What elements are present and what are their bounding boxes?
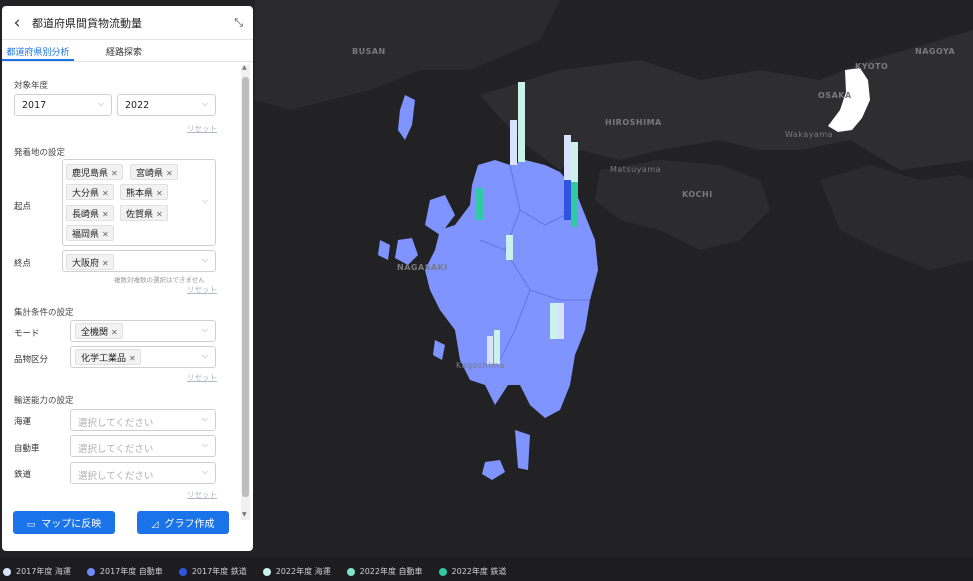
chevron-down-icon: ⌵ [201, 467, 208, 476]
map-icon: ▭ [26, 520, 36, 530]
panel-title: 都道府県間貨物流動量 [32, 16, 142, 30]
cap-select-truck[interactable]: 選択してください ⌵ [70, 435, 216, 457]
legend-dot [3, 567, 11, 576]
tab-route-search[interactable]: 経路探索 [74, 40, 174, 61]
item-label: 品物区分 [14, 355, 49, 365]
panel-body: ▲ ▼ 対象年度 2017 ⌵ 2022 ⌵ リセット 発着地の設定 起点 ⌵ 鹿児… [2, 62, 253, 551]
close-icon[interactable]: ✕ [111, 169, 118, 178]
origin-label: 起点 [14, 202, 32, 212]
city-label: OSAKA [818, 91, 852, 100]
close-icon[interactable]: ✕ [156, 210, 163, 219]
scroll-up-icon[interactable]: ▲ [242, 64, 247, 71]
close-icon[interactable]: ✕ [102, 259, 109, 268]
origin-chip[interactable]: 長崎県 ✕ [66, 205, 114, 221]
city-label: BUSAN [352, 47, 386, 56]
cap-label-truck: 自動車 [14, 444, 40, 454]
tab-bar: 都道府県別分析 経路探索 [2, 40, 253, 62]
chevron-down-icon: ⌵ [201, 255, 208, 264]
create-graph-button[interactable]: ◿ グラフ作成 [137, 511, 229, 534]
city-label: NAGOYA [915, 47, 956, 56]
legend-item[interactable]: 2017年度 鉄道 [176, 566, 247, 577]
mode-label: モード [14, 329, 40, 339]
analysis-panel: ‹ 都道府県間貨物流動量 ⤡ 都道府県別分析 経路探索 ▲ ▼ 対象年度 201… [2, 6, 253, 551]
city-label: Matsuyama [610, 165, 662, 174]
scroll-down-icon[interactable]: ▼ [242, 511, 247, 518]
item-chip[interactable]: 化学工業品 ✕ [75, 349, 141, 365]
collapse-icon[interactable]: ⤡ [234, 16, 243, 30]
agg-section-title: 集計条件の設定 [14, 308, 74, 318]
origin-chip[interactable]: 大分県 ✕ [66, 184, 114, 200]
od-section-title: 発着地の設定 [14, 148, 66, 158]
city-label: KYOTO [855, 62, 889, 71]
year-to-select[interactable]: 2022 ⌵ [117, 94, 216, 116]
close-icon[interactable]: ✕ [166, 169, 173, 178]
legend-dot [346, 567, 355, 576]
origin-chip[interactable]: 宮崎県 ✕ [130, 164, 178, 180]
cap-label-rail: 鉄道 [14, 470, 32, 480]
mode-chip[interactable]: 全機関 ✕ [75, 323, 123, 339]
panel-header: ‹ 都道府県間貨物流動量 ⤡ [2, 6, 253, 40]
legend-item[interactable]: 2017年度 自動車 [84, 566, 163, 577]
year-from-select[interactable]: 2017 ⌵ [14, 94, 112, 116]
city-label: Kagoshima [456, 361, 505, 370]
apply-to-map-button[interactable]: ▭ マップに反映 [13, 511, 115, 534]
city-label: NAGASAKI [397, 263, 448, 272]
cap-select-sea[interactable]: 選択してください ⌵ [70, 409, 216, 431]
origin-chip[interactable]: 佐賀県 ✕ [120, 205, 168, 221]
chevron-down-icon: ⌵ [97, 99, 104, 108]
city-label: Wakayama [785, 130, 834, 139]
legend-dot [438, 567, 447, 576]
od-note: 複数対複数の選択はできません [114, 276, 205, 284]
close-icon[interactable]: ✕ [129, 354, 136, 363]
close-icon[interactable]: ✕ [102, 189, 109, 198]
city-label: KOCHI [682, 190, 713, 199]
map-legend: 2017年度 海運 2017年度 自動車 2017年度 鉄道 2022年度 海運… [0, 562, 973, 581]
city-label: HIROSHIMA [605, 118, 662, 127]
agg-reset-link[interactable]: リセット [187, 372, 217, 383]
chevron-down-icon: ⌵ [201, 440, 208, 449]
year-section-title: 対象年度 [14, 81, 49, 91]
origin-chip[interactable]: 熊本県 ✕ [120, 184, 168, 200]
chevron-down-icon: ⌵ [201, 351, 208, 360]
legend-dot [86, 567, 95, 576]
legend-item[interactable]: 2022年度 鉄道 [436, 566, 506, 577]
close-icon[interactable]: ✕ [102, 230, 109, 239]
close-icon[interactable]: ✕ [102, 210, 109, 219]
destination-label: 終点 [14, 259, 32, 269]
legend-item[interactable]: 2022年度 海運 [260, 566, 331, 577]
destination-chip[interactable]: 大阪府 ✕ [66, 254, 114, 270]
chevron-down-icon: ⌵ [201, 99, 208, 108]
cap-section-title: 輸送能力の設定 [14, 396, 74, 406]
close-icon[interactable]: ✕ [156, 189, 163, 198]
cap-label-sea: 海運 [14, 417, 32, 427]
close-icon[interactable]: ✕ [111, 328, 118, 337]
scroll-thumb[interactable] [242, 77, 249, 497]
legend-item[interactable]: 2017年度 海運 [0, 566, 71, 577]
legend-dot [178, 567, 187, 576]
origin-chip[interactable]: 福岡県 ✕ [66, 225, 114, 241]
origin-chip[interactable]: 鹿児島県 ✕ [66, 164, 123, 180]
chevron-down-icon: ⌵ [201, 196, 208, 205]
back-icon[interactable]: ‹ [2, 13, 32, 33]
legend-dot [262, 567, 271, 576]
od-reset-link[interactable]: リセット [187, 284, 217, 295]
chart-icon: ◿ [151, 520, 159, 530]
chevron-down-icon: ⌵ [201, 414, 208, 423]
tab-prefecture-analysis[interactable]: 都道府県別分析 [2, 40, 74, 61]
year-reset-link[interactable]: リセット [187, 123, 217, 134]
cap-reset-link[interactable]: リセット [187, 489, 217, 500]
legend-item[interactable]: 2022年度 自動車 [344, 566, 423, 577]
cap-select-rail[interactable]: 選択してください ⌵ [70, 462, 216, 484]
panel-scrollbar[interactable]: ▲ ▼ [241, 64, 250, 520]
chevron-down-icon: ⌵ [201, 325, 208, 334]
